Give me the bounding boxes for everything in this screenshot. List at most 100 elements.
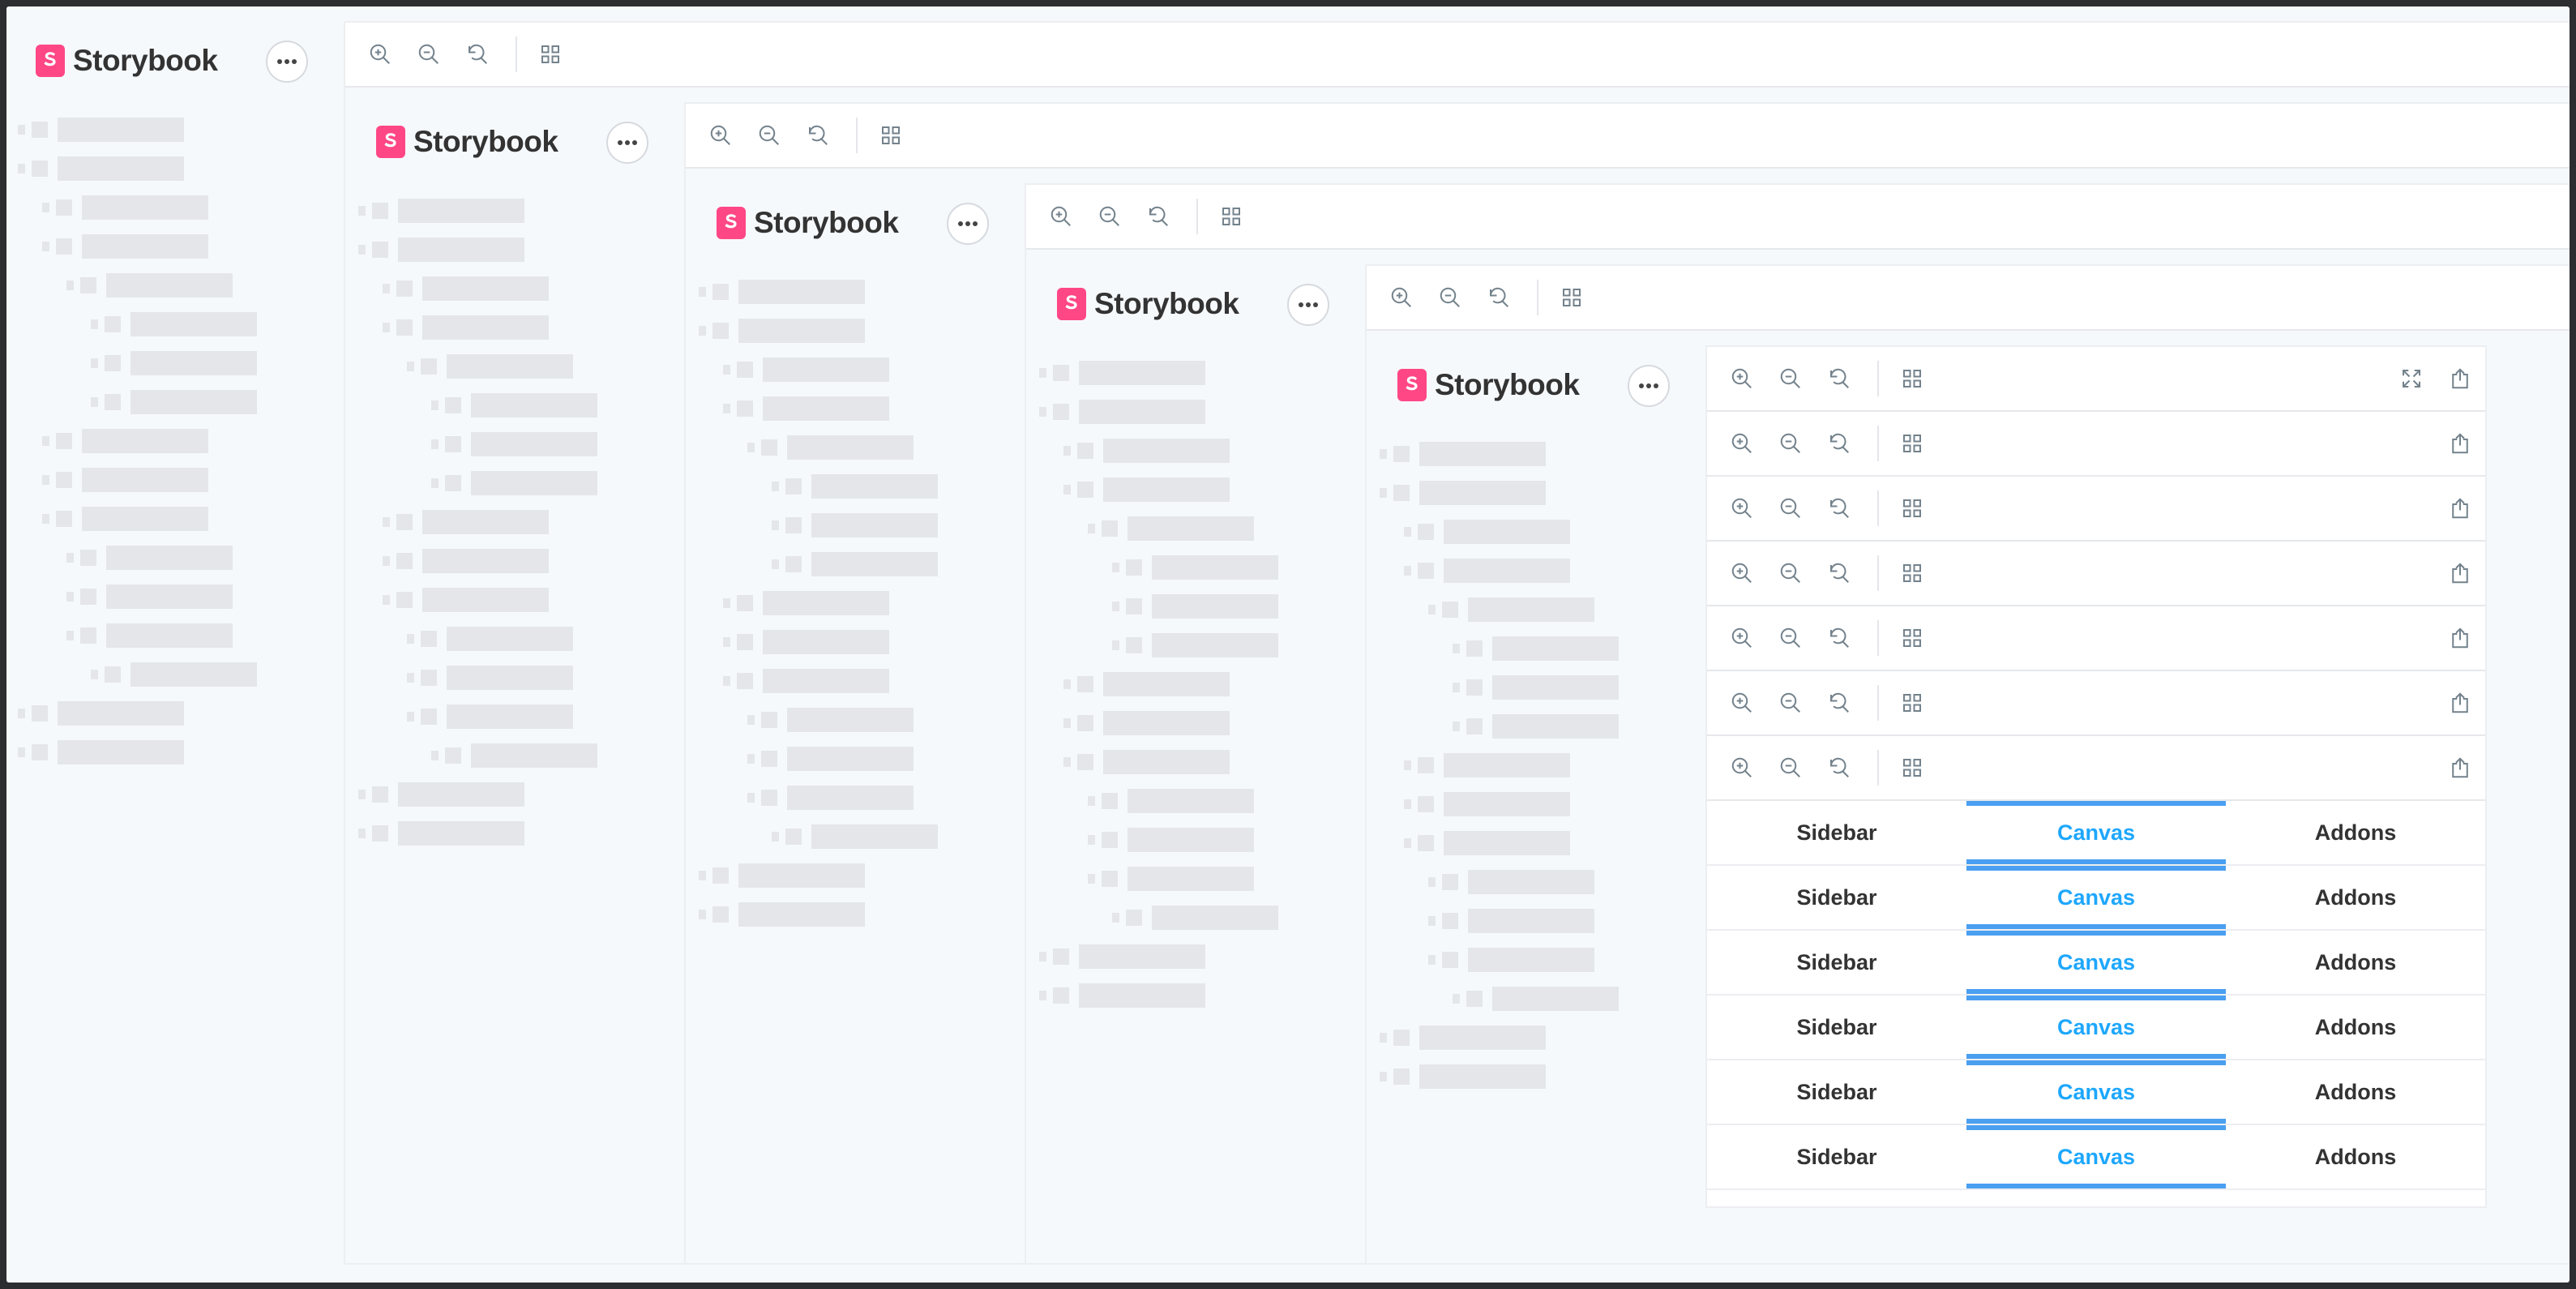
grid-icon[interactable] [1900, 431, 1924, 456]
zoom-out-icon[interactable] [1438, 285, 1462, 310]
tab-sidebar[interactable]: Sidebar [1707, 931, 1966, 994]
grid-icon[interactable] [1900, 366, 1924, 391]
grid-icon[interactable] [1560, 285, 1584, 310]
grid-icon[interactable] [1900, 561, 1924, 585]
zoom-out-icon[interactable] [757, 123, 781, 148]
reset-zoom-icon[interactable] [806, 123, 830, 148]
tab-sidebar[interactable]: Sidebar [1707, 1125, 1966, 1188]
zoom-in-icon[interactable] [1730, 366, 1754, 391]
tab-addons[interactable]: Addons [2226, 801, 2485, 864]
toolbar-divider [1877, 426, 1879, 461]
sidebar-menu-button[interactable] [266, 41, 308, 83]
tab-canvas[interactable]: Canvas [1966, 1125, 2226, 1188]
sidebar-menu-button[interactable] [947, 203, 989, 245]
share-icon[interactable] [2448, 366, 2472, 391]
zoom-in-icon[interactable] [1730, 756, 1754, 780]
zoom-out-icon[interactable] [1778, 691, 1803, 715]
skeleton-dot [723, 676, 730, 686]
skeleton-bar [82, 195, 208, 220]
storybook-logo[interactable]: Storybook [36, 44, 218, 78]
reset-zoom-icon[interactable] [1487, 285, 1511, 310]
tab-addons[interactable]: Addons [2226, 866, 2485, 929]
skeleton-dot [66, 553, 74, 563]
sidebar-skeleton-item [358, 198, 524, 224]
grid-icon[interactable] [1900, 496, 1924, 520]
tab-canvas[interactable]: Canvas [1966, 1060, 2226, 1124]
zoom-out-icon[interactable] [1778, 496, 1803, 520]
storybook-logo[interactable]: Storybook [717, 206, 899, 240]
tab-addons[interactable]: Addons [2226, 996, 2485, 1059]
reset-zoom-icon[interactable] [1827, 756, 1851, 780]
sidebar-menu-button[interactable] [1287, 284, 1329, 326]
tab-addons[interactable]: Addons [2226, 1060, 2485, 1124]
zoom-out-icon[interactable] [1778, 626, 1803, 650]
tab-canvas[interactable]: Canvas [1966, 996, 2226, 1059]
reset-zoom-icon[interactable] [1827, 561, 1851, 585]
sidebar-skeleton-item [383, 509, 549, 535]
zoom-out-icon[interactable] [1778, 561, 1803, 585]
zoom-in-icon[interactable] [368, 42, 392, 66]
skeleton-dot [1039, 407, 1046, 417]
sidebar-skeleton-item [1063, 710, 1230, 736]
storybook-logo[interactable]: Storybook [1057, 287, 1239, 321]
share-icon[interactable] [2448, 691, 2472, 715]
share-icon[interactable] [2448, 756, 2472, 780]
skeleton-dot [772, 559, 779, 569]
storybook-logo[interactable]: Storybook [376, 125, 558, 159]
reset-zoom-icon[interactable] [1146, 204, 1170, 229]
skeleton-dot [407, 673, 414, 683]
tab-addons[interactable]: Addons [2226, 1125, 2485, 1188]
tab-sidebar[interactable]: Sidebar [1707, 801, 1966, 864]
skeleton-dot [1453, 722, 1460, 731]
tab-canvas[interactable]: Canvas [1966, 801, 2226, 864]
tab-sidebar[interactable]: Sidebar [1707, 866, 1966, 929]
tab-canvas[interactable]: Canvas [1966, 931, 2226, 994]
grid-icon[interactable] [538, 42, 563, 66]
sidebar-skeleton-item [1404, 558, 1570, 584]
zoom-out-icon[interactable] [1778, 366, 1803, 391]
tab-sidebar[interactable]: Sidebar [1707, 996, 1966, 1059]
sidebar-skeleton-item [772, 473, 938, 499]
share-icon[interactable] [2448, 561, 2472, 585]
grid-icon[interactable] [879, 123, 903, 148]
zoom-in-icon[interactable] [1730, 431, 1754, 456]
zoom-in-icon[interactable] [1730, 561, 1754, 585]
skeleton-dot [747, 715, 755, 725]
reset-zoom-icon[interactable] [1827, 496, 1851, 520]
fullscreen-icon[interactable] [2399, 366, 2424, 391]
reset-zoom-icon[interactable] [1827, 366, 1851, 391]
share-icon[interactable] [2448, 496, 2472, 520]
zoom-out-icon[interactable] [417, 42, 441, 66]
share-icon[interactable] [2448, 431, 2472, 456]
tab-addons[interactable]: Addons [2226, 931, 2485, 994]
sidebar-menu-button[interactable] [606, 122, 648, 164]
zoom-in-icon[interactable] [1049, 204, 1073, 229]
skeleton-dot [18, 164, 25, 173]
zoom-in-icon[interactable] [1389, 285, 1414, 310]
grid-icon[interactable] [1900, 691, 1924, 715]
zoom-in-icon[interactable] [1730, 691, 1754, 715]
reset-zoom-icon[interactable] [1827, 691, 1851, 715]
zoom-in-icon[interactable] [708, 123, 733, 148]
grid-icon[interactable] [1900, 756, 1924, 780]
reset-zoom-icon[interactable] [465, 42, 490, 66]
zoom-out-icon[interactable] [1778, 756, 1803, 780]
share-icon[interactable] [2448, 626, 2472, 650]
skeleton-dot [383, 517, 390, 527]
brand-name: Storybook [73, 44, 218, 77]
skeleton-square [1102, 871, 1118, 887]
zoom-out-icon[interactable] [1778, 431, 1803, 456]
sidebar-menu-button[interactable] [1628, 365, 1670, 407]
zoom-in-icon[interactable] [1730, 626, 1754, 650]
skeleton-dot [1428, 916, 1436, 926]
zoom-out-icon[interactable] [1098, 204, 1122, 229]
reset-zoom-icon[interactable] [1827, 626, 1851, 650]
zoom-in-icon[interactable] [1730, 496, 1754, 520]
tab-sidebar[interactable]: Sidebar [1707, 1060, 1966, 1124]
reset-zoom-icon[interactable] [1827, 431, 1851, 456]
storybook-logo[interactable]: Storybook [1397, 368, 1580, 402]
skeleton-bar [1103, 750, 1230, 774]
grid-icon[interactable] [1900, 626, 1924, 650]
tab-canvas[interactable]: Canvas [1966, 866, 2226, 929]
grid-icon[interactable] [1219, 204, 1243, 229]
